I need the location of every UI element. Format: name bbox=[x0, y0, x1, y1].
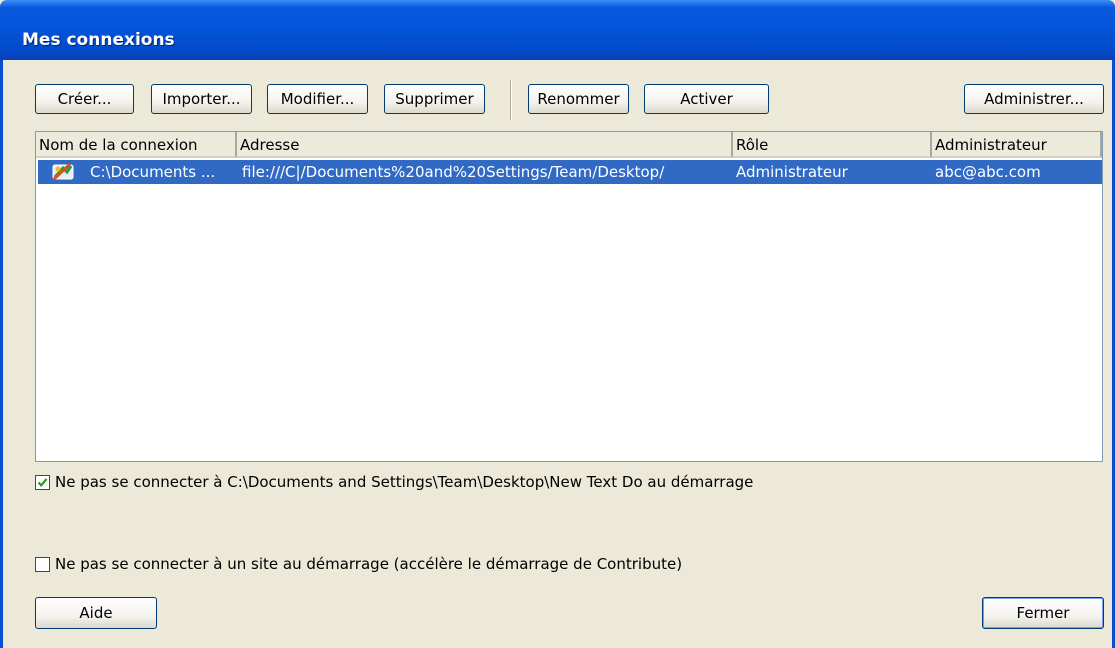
toolbar-separator bbox=[510, 80, 512, 120]
modify-button[interactable]: Modifier... bbox=[267, 84, 368, 114]
row-role: Administrateur bbox=[736, 163, 848, 181]
row-administrator: abc@abc.com bbox=[935, 163, 1041, 181]
close-button[interactable]: Fermer bbox=[982, 597, 1104, 629]
title-bar[interactable]: Mes connexions bbox=[0, 0, 1115, 60]
no-connect-specific-checkbox[interactable] bbox=[35, 474, 50, 490]
column-header-administrator[interactable]: Administrateur bbox=[932, 132, 1102, 158]
row-name: C:\Documents ... bbox=[90, 163, 216, 181]
checkmark-icon bbox=[37, 477, 48, 487]
no-connect-any-label: Ne pas se connecter à un site au démarra… bbox=[55, 555, 683, 573]
row-address: file:///C|/Documents%20and%20Settings/Te… bbox=[242, 163, 665, 181]
no-connect-any-option[interactable]: Ne pas se connecter à un site au démarra… bbox=[35, 555, 682, 573]
activate-button[interactable]: Activer bbox=[644, 84, 769, 114]
no-connect-specific-label: Ne pas se connecter à C:\Documents and S… bbox=[55, 473, 754, 491]
create-button[interactable]: Créer... bbox=[35, 84, 134, 114]
site-connection-icon bbox=[52, 162, 74, 182]
column-header-address[interactable]: Adresse bbox=[237, 132, 733, 158]
column-header-name[interactable]: Nom de la connexion bbox=[36, 132, 237, 158]
table-row[interactable]: C:\Documents ... file:///C|/Documents%20… bbox=[38, 160, 1102, 184]
window-title: Mes connexions bbox=[22, 30, 175, 50]
column-header-role[interactable]: Rôle bbox=[733, 132, 932, 158]
rename-button[interactable]: Renommer bbox=[528, 84, 629, 114]
no-connect-any-checkbox[interactable] bbox=[35, 556, 50, 572]
connections-list[interactable]: Nom de la connexion Adresse Rôle Adminis… bbox=[35, 131, 1103, 462]
help-button[interactable]: Aide bbox=[35, 597, 157, 629]
window-frame-left bbox=[0, 60, 3, 648]
no-connect-specific-option[interactable]: Ne pas se connecter à C:\Documents and S… bbox=[35, 473, 753, 491]
import-button[interactable]: Importer... bbox=[151, 84, 252, 114]
delete-button[interactable]: Supprimer bbox=[384, 84, 485, 114]
connections-dialog: Mes connexions Créer... Importer... Modi… bbox=[0, 0, 1115, 648]
administer-button[interactable]: Administrer... bbox=[964, 84, 1104, 114]
list-header: Nom de la connexion Adresse Rôle Adminis… bbox=[36, 132, 1102, 158]
